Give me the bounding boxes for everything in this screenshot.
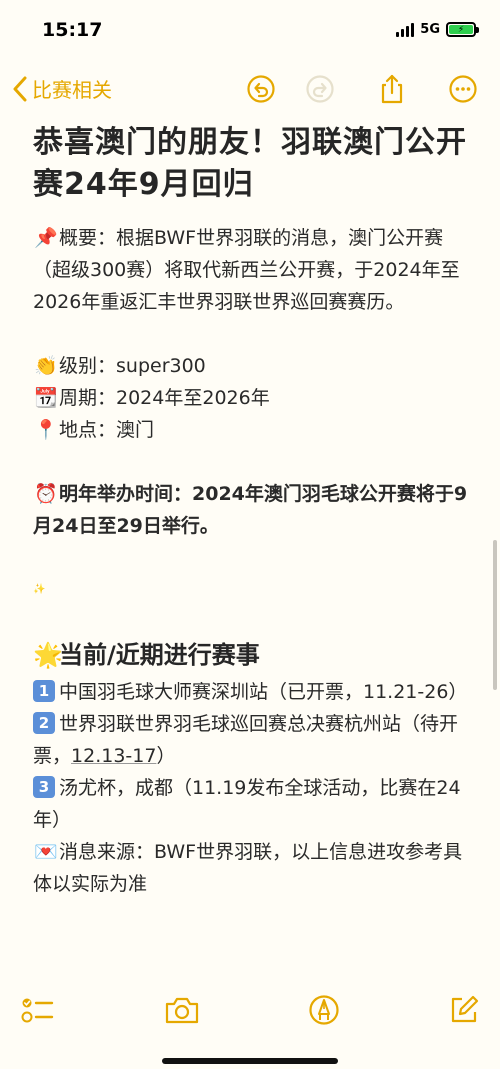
chevron-left-icon	[13, 76, 27, 101]
glowing-star-icon: 🌟	[33, 641, 63, 669]
more-icon	[449, 75, 477, 103]
checklist-button[interactable]	[20, 992, 56, 1028]
bottom-toolbar	[0, 980, 500, 1040]
more-button[interactable]	[448, 74, 478, 104]
pushpin-icon: 📌	[34, 227, 58, 249]
number-1-icon: 1	[33, 680, 55, 702]
date-link[interactable]: 12.13-17	[71, 745, 156, 767]
clapping-hands-icon: 👏	[34, 355, 58, 377]
nav-bar: 比赛相关	[0, 68, 500, 112]
overview-paragraph: 📌概要：根据BWF世界羽联的消息，澳门公开赛（超级300赛）将取代新西兰公开赛，…	[33, 222, 473, 318]
home-indicator[interactable]	[162, 1058, 338, 1064]
number-2-icon: 2	[33, 712, 55, 734]
status-bar: 15:17 5G ⚡	[0, 0, 500, 60]
alarm-clock-icon: ⏰	[34, 483, 58, 505]
section-title: 🌟当前/近期进行赛事	[33, 638, 473, 672]
share-icon	[381, 74, 403, 104]
calendar-icon: 📆	[34, 387, 58, 409]
back-label: 比赛相关	[32, 78, 112, 102]
status-time: 15:17	[42, 19, 103, 41]
period-line: 📆周期：2024年至2026年	[33, 382, 473, 414]
next-time-paragraph: ⏰明年举办时间：2024年澳门羽毛球公开赛将于9月24日至29日举行。	[33, 478, 473, 542]
note-title: 恭喜澳门的朋友！羽联澳门公开赛24年9月回归	[33, 125, 467, 202]
redo-button[interactable]	[305, 74, 335, 104]
location-line: 📍地点：澳门	[33, 414, 473, 446]
number-3-icon: 3	[33, 776, 55, 798]
back-button[interactable]: 比赛相关	[12, 74, 112, 103]
camera-icon	[165, 997, 199, 1024]
small-mark-icon: ✨	[33, 584, 46, 595]
note-body[interactable]: 恭喜澳门的朋友！羽联澳门公开赛24年9月回归 📌概要：根据BWF世界羽联的消息，…	[33, 122, 473, 900]
level-line: 👏级别：super300	[33, 350, 473, 382]
signal-icon	[396, 22, 415, 37]
battery-icon: ⚡	[446, 22, 479, 37]
love-letter-icon: 💌	[34, 841, 58, 863]
network-type: 5G	[420, 22, 440, 37]
camera-button[interactable]	[164, 992, 200, 1028]
undo-icon	[247, 75, 275, 103]
source-line: 💌消息来源：BWF世界羽联，以上信息进攻参考具体以实际为准	[33, 836, 473, 900]
status-indicators: 5G ⚡	[396, 22, 479, 37]
undo-button[interactable]	[246, 74, 276, 104]
event-item-3: 3 汤尤杯，成都（11.19发布全球活动，比赛在24年）	[33, 776, 461, 831]
redo-icon	[306, 75, 334, 103]
round-pin-icon: 📍	[34, 419, 58, 441]
share-button[interactable]	[377, 74, 407, 104]
compose-icon	[451, 995, 479, 1023]
event-item-1: 1 中国羽毛球大师赛深圳站（已开票，11.21-26）	[33, 676, 473, 708]
compose-button[interactable]	[446, 992, 482, 1028]
markup-button[interactable]	[306, 992, 342, 1028]
event-item-2: 2 世界羽联世界羽毛球巡回赛总决赛杭州站（待开票，12.13-17）	[33, 712, 459, 767]
checklist-icon	[21, 998, 54, 1023]
pen-tip-icon	[309, 995, 339, 1025]
scrollbar[interactable]	[493, 540, 497, 690]
